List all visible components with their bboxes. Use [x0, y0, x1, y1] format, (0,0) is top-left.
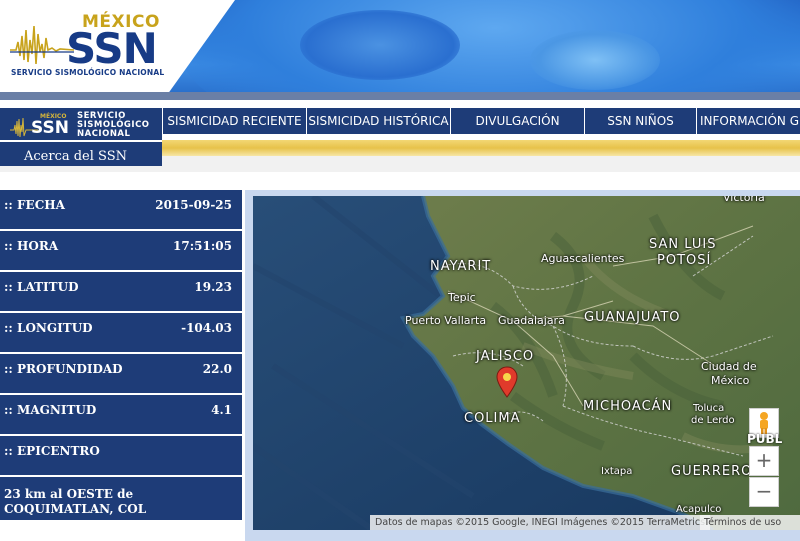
about-ssn-link[interactable]: Acerca del SSN	[0, 140, 162, 166]
label-acapulco: Acapulco	[676, 504, 722, 515]
label-guadalajara: Guadalajara	[498, 314, 565, 327]
latitud-value: 19.23	[194, 280, 232, 294]
label-michoacan: MICHOACÁN	[583, 399, 673, 414]
seismogram-logo-icon	[10, 25, 74, 65]
label-puerto-vallarta: Puerto Vallarta	[405, 314, 487, 327]
label-ciudad-de: Ciudad de	[701, 360, 757, 373]
label-tepic: Tepic	[448, 291, 476, 304]
main-menu: SISMICIDAD RECIENTE SISMICIDAD HISTÓRICA…	[162, 108, 800, 134]
ocean-shallow	[530, 30, 660, 90]
epicenter-marker-icon[interactable]	[496, 366, 518, 398]
label-de-lerdo: de Lerdo	[691, 415, 735, 426]
label-pobl: PUBL	[747, 432, 783, 446]
label-potosi: POTOSÍ	[657, 253, 712, 268]
epicentro-value: 23 km al OESTE de COQUIMATLAN, COL	[4, 487, 147, 516]
epicentro-label: :: EPICENTRO	[4, 444, 100, 458]
label-guanajuato: GUANAJUATO	[584, 310, 681, 325]
fecha-value: 2015-09-25	[155, 198, 232, 212]
profundidad-label: :: PROFUNDIDAD	[4, 362, 123, 376]
label-ixtapa: Ixtapa	[601, 466, 633, 477]
menu-divulgacion[interactable]: DIVULGACIÓN	[450, 108, 584, 134]
row-hora: :: HORA 17:51:05	[0, 231, 242, 272]
label-victoria: Victoria	[723, 196, 765, 204]
hora-label: :: HORA	[4, 239, 59, 253]
row-epicentro: :: EPICENTRO	[0, 436, 242, 477]
fecha-label: :: FECHA	[4, 198, 65, 212]
ocean-texture	[180, 0, 800, 92]
menu-ssn-ninos[interactable]: SSN NIÑOS	[584, 108, 696, 134]
row-fecha: :: FECHA 2015-09-25	[0, 190, 242, 231]
magnitud-value: 4.1	[211, 403, 232, 417]
nav-logo-acronym: SSN	[31, 118, 69, 138]
hora-value: 17:51:05	[173, 239, 232, 253]
label-colima: COLIMA	[464, 411, 521, 426]
header-banner: MÉXICO SSN SERVICIO SISMOLÓGICO NACIONAL	[0, 0, 800, 92]
row-profundidad: :: PROFUNDIDAD 22.0	[0, 354, 242, 395]
label-nayarit: NAYARIT	[430, 259, 492, 274]
magnitud-label: :: MAGNITUD	[4, 403, 97, 417]
map-terms-link[interactable]: Términos de uso	[700, 515, 800, 530]
logo-acronym: SSN	[66, 24, 158, 73]
row-magnitud: :: MAGNITUD 4.1	[0, 395, 242, 436]
row-latitud: :: LATITUD 19.23	[0, 272, 242, 313]
map-attribution: Datos de mapas ©2015 Google, INEGI Imáge…	[370, 515, 711, 530]
row-longitud: :: LONGITUD -104.03	[0, 313, 242, 354]
menu-sismicidad-reciente[interactable]: SISMICIDAD RECIENTE	[162, 108, 306, 134]
zoom-in-button[interactable]: +	[749, 446, 779, 476]
menu-sismicidad-historica[interactable]: SISMICIDAD HISTÓRICA	[306, 108, 450, 134]
label-san-luis: SAN LUIS	[649, 237, 717, 252]
logo-full-name: SERVICIO SISMOLÓGICO NACIONAL	[11, 68, 165, 77]
menu-informacion[interactable]: INFORMACIÓN GE	[696, 108, 800, 134]
row-epicentro-location: 23 km al OESTE de COQUIMATLAN, COL	[0, 477, 242, 522]
label-toluca: Toluca	[693, 403, 725, 414]
ocean-texture-2	[300, 10, 460, 80]
epicenter-map[interactable]: Victoria NAYARIT Aguascalientes SAN LUIS…	[253, 196, 800, 530]
zoom-out-button[interactable]: −	[749, 477, 779, 507]
longitud-label: :: LONGITUD	[4, 321, 93, 335]
nav-logo-name: SERVICIO SISMOLÓGICO NACIONAL	[77, 111, 150, 139]
earthquake-info-table: :: FECHA 2015-09-25 :: HORA 17:51:05 :: …	[0, 190, 242, 522]
label-jalisco: JALISCO	[476, 349, 535, 364]
longitud-value: -104.03	[181, 321, 232, 335]
label-mexico-city: México	[711, 374, 750, 387]
label-guerrero: GUERRERO	[671, 464, 753, 479]
latitud-label: :: LATITUD	[4, 280, 79, 294]
profundidad-value: 22.0	[202, 362, 232, 376]
label-aguascalientes: Aguascalientes	[541, 252, 625, 265]
